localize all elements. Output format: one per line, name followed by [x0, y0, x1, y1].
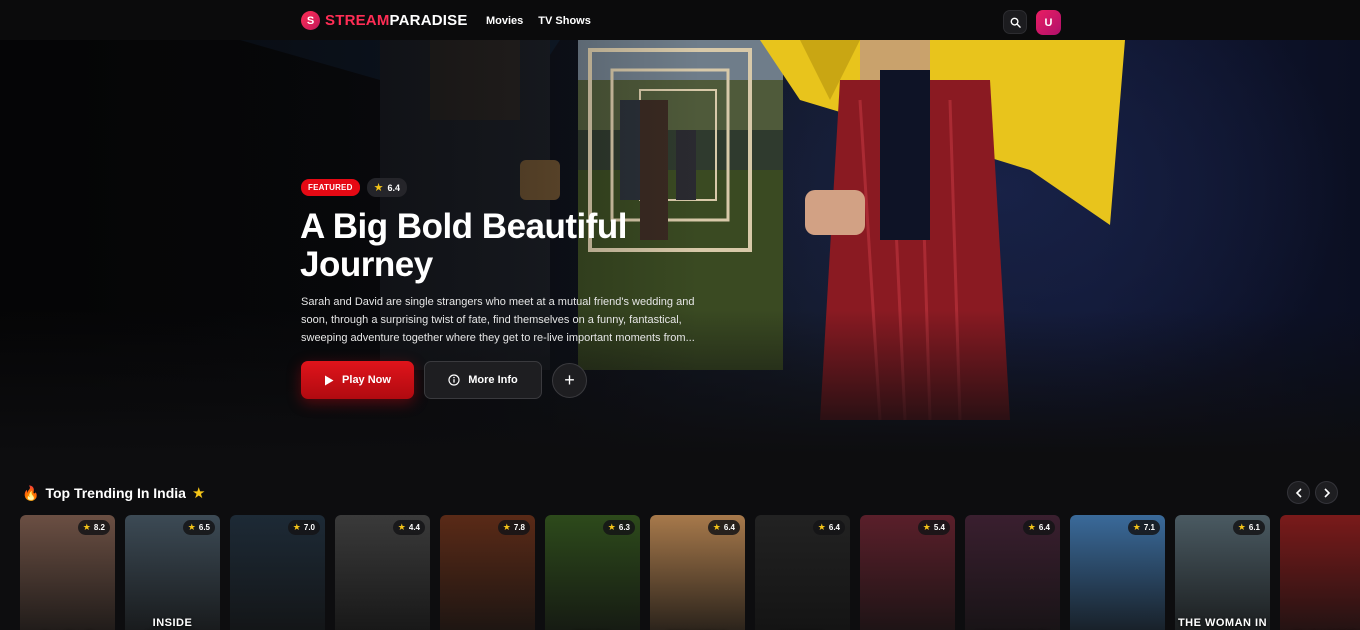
card-rating-badge: ★ 7.0 [287, 520, 320, 535]
star-icon: ★ [607, 522, 616, 532]
hero-rating-value: 6.4 [387, 182, 400, 193]
nav-links: Movies TV Shows [486, 15, 591, 27]
carousel-next-button[interactable] [1315, 481, 1338, 504]
more-info-button[interactable]: More Info [424, 361, 542, 399]
logo-mark: S [301, 11, 320, 30]
movie-card[interactable]: ★6.5 INSIDE FURIOZA [125, 515, 220, 630]
card-rating-badge: ★ 6.1 [1232, 520, 1265, 535]
chevron-right-icon [1323, 487, 1330, 498]
card-title: THE WOMAN IN CABIN 10 [1177, 617, 1268, 630]
user-avatar[interactable]: U [1036, 10, 1061, 35]
hero-description: Sarah and David are single strangers who… [301, 296, 695, 344]
star-icon: ★ [1132, 522, 1141, 532]
card-rating-value: 7.0 [303, 523, 315, 532]
nav-link-tv-shows[interactable]: TV Shows [538, 15, 591, 27]
movie-card[interactable]: PLAY DIRTY [1280, 515, 1360, 630]
star-icon: ★ [1027, 522, 1036, 532]
star-icon: ★ [1237, 522, 1246, 532]
card-rating-badge: ★ 7.1 [1127, 520, 1160, 535]
logo-text: STREAMPARADISE [325, 12, 468, 29]
star-icon: ★ [397, 522, 406, 532]
trending-title-text: Top Trending In India [45, 485, 186, 501]
movie-card[interactable]: ★8.2Our Fault [20, 515, 115, 630]
star-icon: ★ [82, 522, 91, 532]
movie-card[interactable]: ★ 5.4 [860, 515, 955, 630]
movie-card[interactable]: ★ 7.0 [230, 515, 325, 630]
logo[interactable]: S STREAMPARADISE [301, 11, 468, 30]
card-rating-badge: ★ 6.4 [812, 520, 845, 535]
star-icon: ★ [187, 522, 196, 532]
nav-link-movies[interactable]: Movies [486, 15, 523, 27]
card-rating-badge: ★ 5.4 [917, 520, 950, 535]
chevron-left-icon [1295, 487, 1302, 498]
card-rating-badge: ★ 6.4 [707, 520, 740, 535]
hero-badges: FEATURED ★ 6.4 [301, 178, 407, 197]
card-rating-value: 6.4 [828, 523, 840, 532]
card-rating-badge: ★ 7.8 [497, 520, 530, 535]
card-rating-value: 6.3 [618, 523, 630, 532]
card-rating-badge: ★ 4.4 [392, 520, 425, 535]
movie-card[interactable]: ★ 7.8 [440, 515, 535, 630]
movie-card[interactable]: ★6.4PRINCESS [650, 515, 745, 630]
hero-title: A Big Bold Beautiful Journey [300, 207, 628, 284]
top-nav: S STREAMPARADISE Movies TV Shows U [0, 0, 1360, 40]
info-icon [448, 374, 460, 386]
card-rating-value: 6.4 [1038, 523, 1050, 532]
star-icon: ★ [191, 485, 206, 502]
card-rating-badge: ★ 6.4 [1022, 520, 1055, 535]
card-rating-value: 7.1 [1143, 523, 1155, 532]
star-icon: ★ [373, 182, 384, 194]
featured-badge: FEATURED [301, 179, 360, 196]
play-now-button[interactable]: Play Now [301, 361, 414, 399]
card-rating-badge: ★ 6.5 [182, 520, 215, 535]
hero-banner: FEATURED ★ 6.4 A Big Bold Beautiful Jour… [0, 40, 1360, 470]
movie-card[interactable]: ★6.4HOLY NIGHT [965, 515, 1060, 630]
search-icon [1010, 17, 1021, 28]
hero-rating-badge: ★ 6.4 [366, 178, 407, 197]
card-title: INSIDE FURIOZA [146, 617, 198, 630]
card-rating-value: 7.8 [513, 523, 525, 532]
search-button[interactable] [1003, 10, 1027, 34]
star-icon: ★ [502, 522, 511, 532]
hero-actions: Play Now More Info + [301, 361, 587, 399]
trending-carousel: ★8.2Our Fault★6.5INSIDE FURIOZA★7.0★4.4★… [20, 515, 1360, 630]
star-icon: ★ [817, 522, 826, 532]
play-now-label: Play Now [342, 374, 391, 386]
movie-card[interactable]: ★6.4MARCO [755, 515, 850, 630]
card-rating-value: 6.5 [198, 523, 210, 532]
movie-card[interactable]: ★6.1 THE WOMAN IN CABIN 10 [1175, 515, 1270, 630]
add-to-list-button[interactable]: + [552, 362, 587, 398]
carousel-prev-button[interactable] [1287, 481, 1310, 504]
card-rating-value: 8.2 [93, 523, 105, 532]
card-rating-value: 6.4 [723, 523, 735, 532]
card-rating-value: 6.1 [1248, 523, 1260, 532]
plus-icon: + [564, 369, 575, 390]
card-rating-value: 4.4 [408, 523, 420, 532]
card-rating-value: 5.4 [933, 523, 945, 532]
movie-card[interactable]: ★ 4.4 [335, 515, 430, 630]
trending-section-title: 🔥 Top Trending In India ★ [22, 484, 206, 503]
carousel-arrows [1287, 481, 1338, 504]
more-info-label: More Info [468, 374, 518, 386]
play-icon [325, 375, 334, 385]
movie-card[interactable]: ★6.3TOXIC [545, 515, 640, 630]
star-icon: ★ [292, 522, 301, 532]
card-rating-badge: ★ 8.2 [77, 520, 110, 535]
star-icon: ★ [712, 522, 721, 532]
fire-icon: 🔥 [22, 484, 40, 501]
movie-card[interactable]: ★ 7.1 [1070, 515, 1165, 630]
card-rating-badge: ★ 6.3 [602, 520, 635, 535]
star-icon: ★ [922, 522, 931, 532]
